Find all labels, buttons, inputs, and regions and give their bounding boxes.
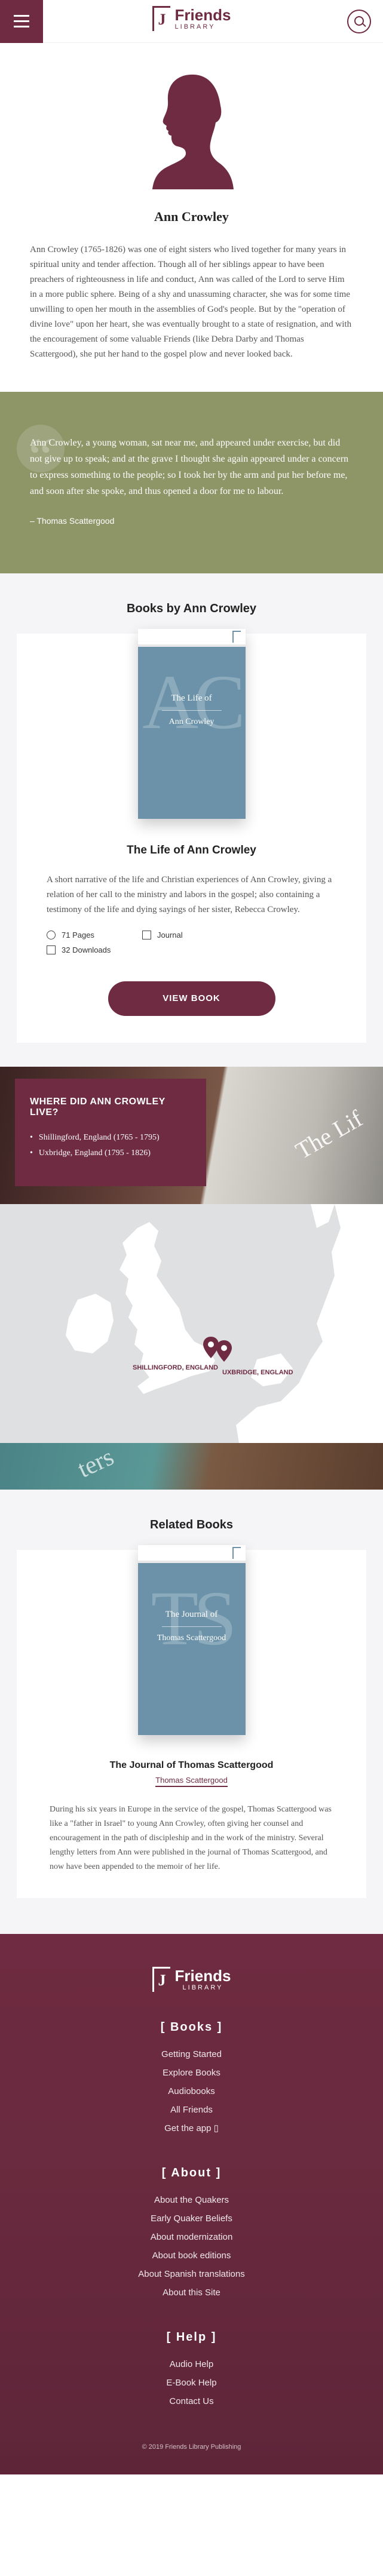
where-lived-section: The Lif WHERE DID ANN CROWLEY LIVE? Shil… <box>0 1067 383 1204</box>
related-book-author-link[interactable]: Thomas Scattergood <box>155 1776 228 1787</box>
footer-link[interactable]: Getting Started <box>24 2045 359 2064</box>
logo-subtitle: LIBRARY <box>174 23 216 30</box>
footer-link[interactable]: E-Book Help <box>24 2374 359 2392</box>
related-section-title: Related Books <box>150 1518 233 1531</box>
logo-mark-icon: J <box>152 1967 170 1992</box>
menu-bar <box>14 20 29 22</box>
footer-group-title: About <box>171 2166 212 2179</box>
book-card: AC The Life of Ann Crowley The Life of A… <box>17 629 366 1043</box>
author-bio: Ann Crowley (1765-1826) was one of eight… <box>30 245 352 359</box>
view-book-button[interactable]: VIEW BOOK <box>108 981 275 1016</box>
footer-link[interactable]: Early Quaker Beliefs <box>24 2209 359 2228</box>
download-icon <box>47 945 56 954</box>
logo-mark-icon: J <box>152 6 170 31</box>
footer-group-title: Help <box>176 2331 207 2344</box>
book-pages: 71 Pages <box>62 931 94 939</box>
footer-link[interactable]: About the Quakers <box>24 2191 359 2209</box>
book-cover[interactable]: TS The Journal of Thomas Scattergood <box>137 1545 246 1735</box>
cover-author: Ann Crowley <box>168 717 215 726</box>
map-landmass <box>66 1204 383 1443</box>
pages-icon <box>47 931 56 939</box>
book-cover[interactable]: AC The Life of Ann Crowley <box>137 629 246 819</box>
footer-group-title: Books <box>170 2021 213 2034</box>
logo-mark-icon <box>232 1547 241 1559</box>
footer-link[interactable]: Explore Books <box>24 2064 359 2082</box>
cover-divider <box>161 1626 222 1627</box>
related-book-card: TS The Journal of Thomas Scattergood The… <box>17 1545 366 1898</box>
cover-divider <box>161 710 222 711</box>
cover-title: The Journal of <box>165 1610 218 1619</box>
quote-section: “ Ann Crowley, a young woman, sat near m… <box>0 392 383 573</box>
footer-link[interactable]: Audiobooks <box>24 2082 359 2101</box>
book-description: A short narrative of the life and Christ… <box>47 875 332 914</box>
footer-link[interactable]: Audio Help <box>24 2355 359 2374</box>
footer-link[interactable]: About Spanish translations <box>24 2265 359 2283</box>
footer-link[interactable]: About modernization <box>24 2228 359 2246</box>
footer-link[interactable]: About this Site <box>24 2283 359 2302</box>
related-banner: ters <box>0 1443 383 1490</box>
footer-link[interactable]: Contact Us <box>24 2392 359 2411</box>
author-name: Ann Crowley <box>154 209 229 224</box>
menu-bar <box>14 15 29 17</box>
footer-logo-title: Friends <box>174 1966 231 1985</box>
site-footer: J Friends LIBRARY [ Books ] Getting Star… <box>0 1934 383 2474</box>
quote-citation: – Thomas Scattergood <box>30 516 115 526</box>
place-item: Shillingford, England (1765 - 1795) <box>30 1130 191 1146</box>
place-item: Uxbridge, England (1795 - 1826) <box>30 1146 191 1161</box>
logo-mark-icon <box>232 631 241 643</box>
related-book-description: During his six years in Europe in the se… <box>50 1805 332 1871</box>
footer-group-help: [ Help ] Audio Help E-Book Help Contact … <box>24 2331 359 2411</box>
map-label-uxbridge: UXBRIDGE, ENGLAND <box>222 1369 293 1376</box>
footer-link[interactable]: All Friends <box>24 2101 359 2119</box>
footer-logo[interactable]: J Friends LIBRARY <box>152 1967 231 1992</box>
related-book-title[interactable]: The Journal of Thomas Scattergood <box>50 1760 333 1771</box>
footer-link-app[interactable]: Get the app ▯ <box>24 2119 359 2138</box>
menu-bar <box>14 26 29 27</box>
book-meta: 71 Pages Journal 32 Downloads <box>47 931 336 954</box>
phone-icon: ▯ <box>213 2123 219 2133</box>
hamburger-menu-button[interactable] <box>0 0 43 43</box>
places-list: Shillingford, England (1765 - 1795) Uxbr… <box>30 1130 191 1161</box>
site-logo[interactable]: J Friends LIBRARY <box>152 6 231 31</box>
journal-icon <box>142 931 151 939</box>
footer-group-about: [ About ] About the Quakers Early Quaker… <box>24 2166 359 2302</box>
where-lived-title: WHERE DID ANN CROWLEY LIVE? <box>30 1097 166 1117</box>
cover-author: Thomas Scattergood <box>157 1634 226 1642</box>
footer-group-books: [ Books ] Getting Started Explore Books … <box>24 2021 359 2138</box>
author-silhouette-icon <box>152 74 234 189</box>
banner-decoration: ters <box>73 1443 118 1484</box>
author-section: Ann Crowley Ann Crowley (1765-1826) was … <box>0 43 383 392</box>
footer-logo-subtitle: LIBRARY <box>182 1984 223 1991</box>
map-label-shillingford: SHILLINGFORD, ENGLAND <box>133 1364 218 1371</box>
book-title[interactable]: The Life of Ann Crowley <box>47 844 336 857</box>
books-section-title: Books by Ann Crowley <box>126 602 257 615</box>
site-header: J Friends LIBRARY <box>0 0 383 43</box>
map[interactable]: SHILLINGFORD, ENGLAND UXBRIDGE, ENGLAND <box>0 1204 383 1443</box>
where-lived-card: WHERE DID ANN CROWLEY LIVE? Shillingford… <box>15 1079 206 1186</box>
footer-link[interactable]: About book editions <box>24 2246 359 2265</box>
quote-text: Ann Crowley, a young woman, sat near me,… <box>30 438 349 496</box>
book-type: Journal <box>157 931 183 939</box>
background-book-decoration: The Lif <box>290 1104 367 1165</box>
cover-title: The Life of <box>171 693 212 703</box>
map-pin-icon[interactable] <box>216 1340 232 1362</box>
logo-title: Friends <box>174 5 231 24</box>
book-downloads: 32 Downloads <box>62 945 111 954</box>
copyright: © 2019 Friends Library Publishing <box>142 2443 241 2451</box>
search-icon[interactable] <box>347 9 371 33</box>
books-section: Books by Ann Crowley AC The Life of Ann … <box>0 573 383 1067</box>
related-books-section: Related Books TS The Journal of Thomas S… <box>0 1490 383 1934</box>
